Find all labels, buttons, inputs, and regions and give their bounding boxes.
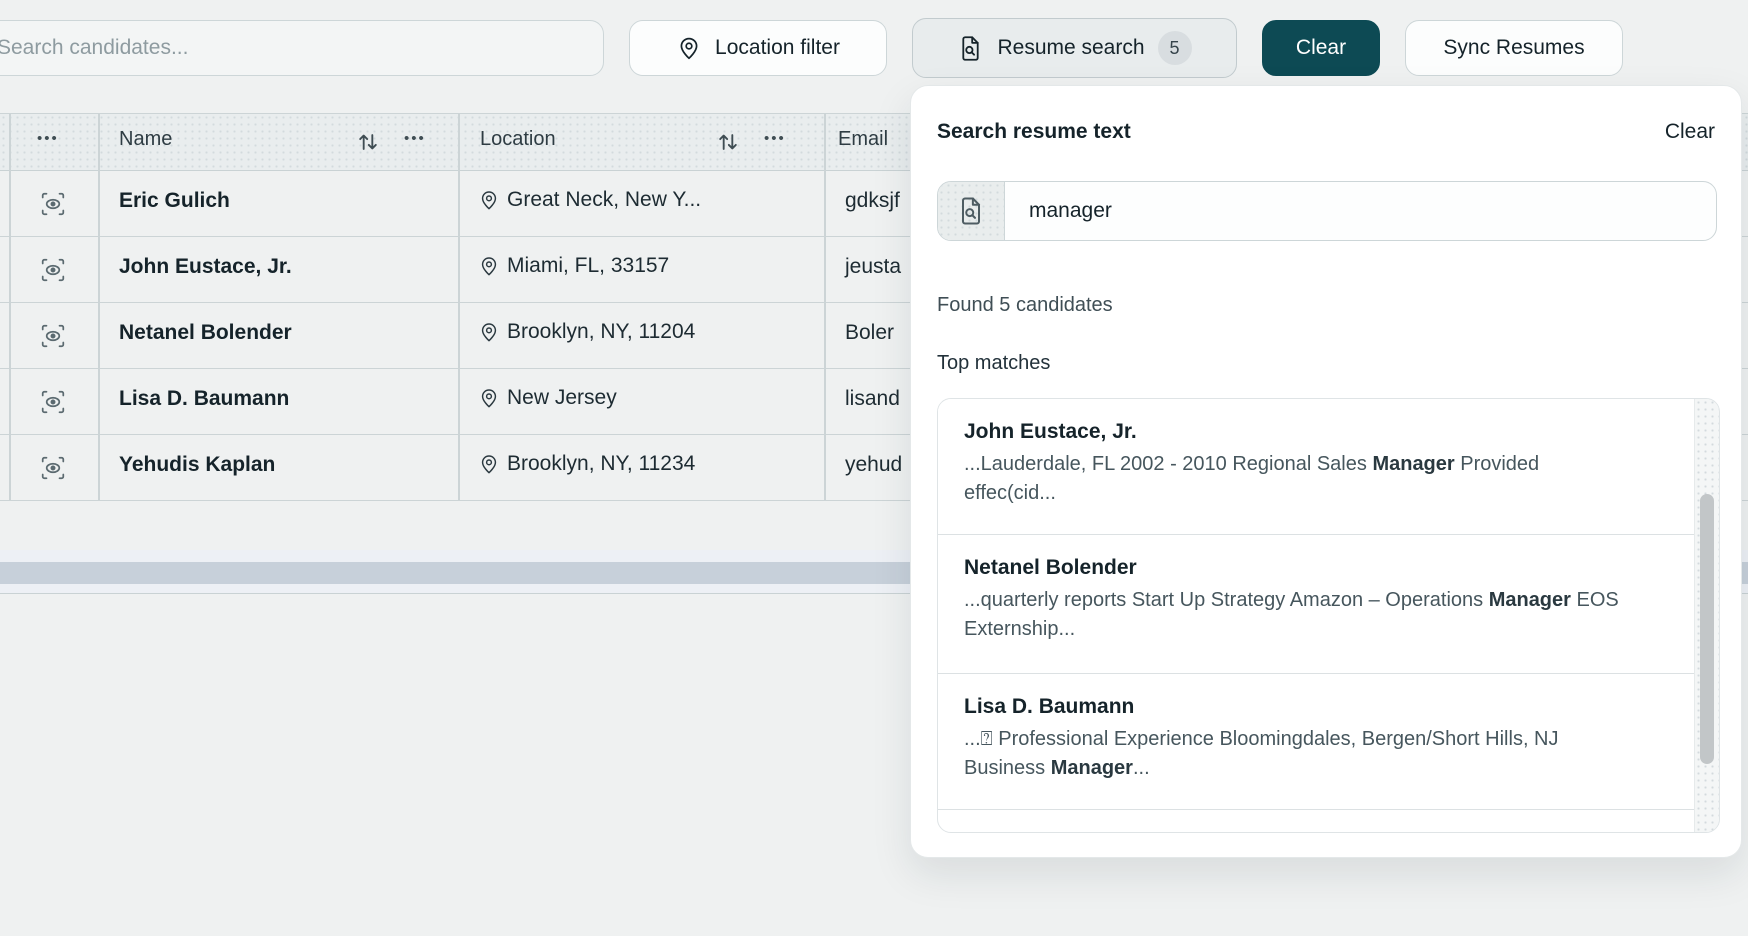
found-candidates-text: Found 5 candidates: [937, 294, 1113, 317]
result-candidate-name: John Eustace, Jr.: [964, 420, 1635, 444]
results-scrollbar[interactable]: [1694, 399, 1719, 833]
location-pin-icon: [676, 35, 702, 61]
pin-icon: [478, 189, 500, 211]
column-divider: [824, 113, 826, 501]
panel-clear-button[interactable]: Clear: [1665, 120, 1715, 144]
result-item[interactable]: John Eustace, Jr. ...Lauderdale, FL 2002…: [938, 399, 1695, 535]
file-search-icon: [956, 196, 986, 226]
resume-search-button[interactable]: Resume search 5: [912, 18, 1237, 78]
result-snippet: ...Lauderdale, FL 2002 - 2010 Regional S…: [964, 450, 1635, 508]
column-divider: [458, 113, 460, 501]
candidate-location: Miami, FL, 33157: [507, 254, 669, 278]
resume-search-input[interactable]: [1005, 182, 1716, 240]
column-divider: [9, 113, 11, 501]
location-filter-button[interactable]: Location filter: [629, 20, 887, 76]
column-menu-name-icon[interactable]: •••: [404, 130, 426, 147]
panel-title: Search resume text: [937, 120, 1131, 144]
match-highlight: Manager: [1489, 589, 1571, 611]
candidate-email: gdksjf: [845, 189, 900, 213]
result-snippet: ...⍰ Professional Experience Bloomingdal…: [964, 725, 1635, 783]
match-highlight: Manager: [1051, 757, 1133, 779]
candidate-name: Netanel Bolender: [119, 321, 292, 345]
preview-candidate-icon[interactable]: [40, 323, 66, 349]
candidate-location: Brooklyn, NY, 11234: [507, 452, 695, 476]
candidate-email: lisand: [845, 387, 900, 411]
candidate-location: Great Neck, New Y...: [507, 188, 701, 212]
row-menu-header-icon[interactable]: •••: [37, 130, 59, 147]
preview-candidate-icon[interactable]: [40, 191, 66, 217]
resume-input-addon: [938, 182, 1005, 240]
resume-search-panel: Search resume text Clear Found 5 candida…: [910, 85, 1742, 858]
result-snippet: ...quarterly reports Start Up Strategy A…: [964, 586, 1635, 644]
file-search-icon: [957, 35, 984, 62]
column-menu-location-icon[interactable]: •••: [764, 130, 786, 147]
preview-candidate-icon[interactable]: [40, 455, 66, 481]
location-filter-label: Location filter: [715, 36, 840, 60]
search-candidates-input[interactable]: [0, 20, 604, 76]
column-header-name[interactable]: Name: [119, 128, 172, 151]
results-scrollbar-thumb[interactable]: [1700, 494, 1714, 764]
pin-icon: [478, 453, 500, 475]
preview-candidate-icon[interactable]: [40, 257, 66, 283]
candidate-email: yehud: [845, 453, 902, 477]
pin-icon: [478, 255, 500, 277]
result-item[interactable]: Netanel Bolender ...quarterly reports St…: [938, 535, 1695, 674]
candidate-email: jeusta: [845, 255, 901, 279]
candidate-name: Yehudis Kaplan: [119, 453, 275, 477]
top-matches-label: Top matches: [937, 352, 1050, 375]
column-header-location[interactable]: Location: [480, 128, 556, 151]
clear-filters-label: Clear: [1296, 36, 1346, 60]
result-candidate-name: Lisa D. Baumann: [964, 695, 1635, 719]
clear-filters-button[interactable]: Clear: [1262, 20, 1380, 76]
resume-search-count-badge: 5: [1158, 31, 1192, 65]
sync-resumes-button[interactable]: Sync Resumes: [1405, 20, 1623, 76]
candidate-name: Lisa D. Baumann: [119, 387, 289, 411]
sort-name-icon[interactable]: [352, 128, 384, 156]
candidate-email: Boler: [845, 321, 894, 345]
column-header-email[interactable]: Email: [838, 128, 888, 151]
result-item[interactable]: Lisa D. Baumann ...⍰ Professional Experi…: [938, 674, 1695, 810]
column-divider: [98, 113, 100, 501]
pin-icon: [478, 387, 500, 409]
candidate-location: New Jersey: [507, 386, 617, 410]
candidate-name: Eric Gulich: [119, 189, 230, 213]
pin-icon: [478, 321, 500, 343]
sort-location-icon[interactable]: [712, 128, 744, 156]
sync-resumes-label: Sync Resumes: [1443, 36, 1584, 60]
result-candidate-name: Netanel Bolender: [964, 556, 1635, 580]
resume-search-field[interactable]: [937, 181, 1717, 241]
match-highlight: Manager: [1372, 453, 1454, 475]
candidate-name: John Eustace, Jr.: [119, 255, 292, 279]
preview-candidate-icon[interactable]: [40, 389, 66, 415]
app-window: Location filter Resume search 5 Clear Sy…: [0, 0, 1748, 936]
candidate-location: Brooklyn, NY, 11204: [507, 320, 695, 344]
top-matches-list: John Eustace, Jr. ...Lauderdale, FL 2002…: [937, 398, 1720, 833]
resume-search-label: Resume search: [997, 36, 1144, 60]
